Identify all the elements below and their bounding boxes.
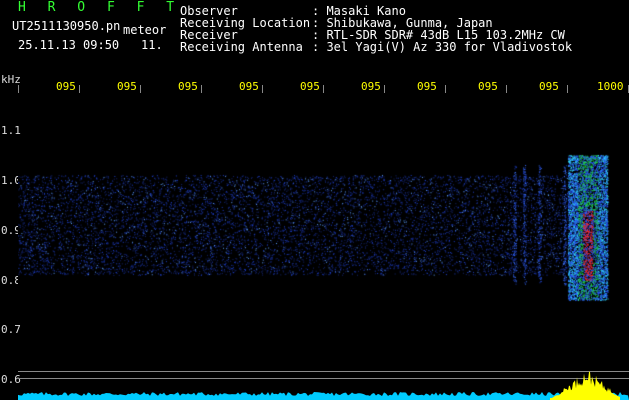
amplitude-profile	[18, 371, 629, 400]
y-tick-label: 1.1	[1, 124, 21, 137]
file-index: 11.	[141, 38, 163, 52]
info-label-antenna: Receiving Antenna	[180, 40, 303, 54]
peak-trace	[550, 371, 620, 400]
info-value-antenna: : 3el Yagi(V) Az 330 for Vladivostok	[312, 40, 573, 54]
filename-suffix: meteor	[123, 23, 167, 37]
y-tick-label: 0.7	[1, 323, 21, 336]
baseline-trace	[18, 392, 629, 400]
filename: UT2511130950.pn	[12, 19, 121, 33]
x-tick-mark-row	[18, 85, 629, 93]
spectrogram-canvas	[18, 150, 629, 315]
datetime: 25.11.13 09:50	[18, 38, 120, 52]
app-title: H R O F F T	[18, 0, 182, 15]
